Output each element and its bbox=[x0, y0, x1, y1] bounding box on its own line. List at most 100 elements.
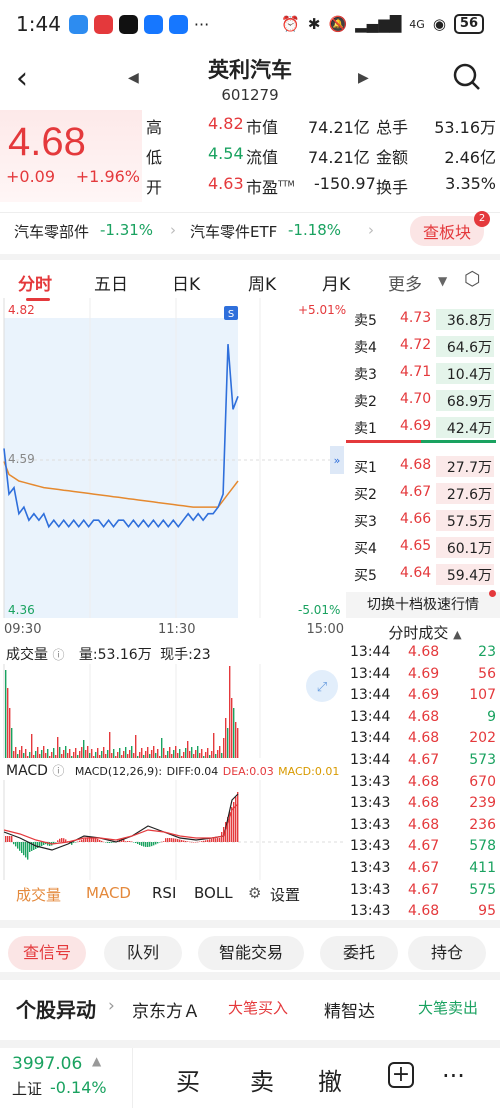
volume-bar bbox=[39, 754, 41, 758]
tick-price: 4.69 bbox=[408, 665, 440, 682]
ask-row[interactable]: 卖2 4.70 68.9万 bbox=[346, 387, 500, 413]
tab-daily-k[interactable]: 日K bbox=[172, 270, 200, 295]
ask-row[interactable]: 卖4 4.72 64.6万 bbox=[346, 333, 500, 359]
bid-row[interactable]: 买5 4.64 59.4万 bbox=[346, 561, 500, 587]
indicator-tab-macd[interactable]: MACD bbox=[86, 884, 131, 902]
help-icon[interactable]: ⓘ bbox=[52, 764, 64, 778]
add-icon[interactable]: + bbox=[388, 1062, 414, 1088]
macd-bar bbox=[205, 840, 207, 842]
unusual-action-2: 大笔卖出 bbox=[418, 999, 479, 1017]
unusual-activity-bar[interactable]: 个股异动 › 京东方Ａ 大笔买入 精智达 大笔卖出 bbox=[0, 972, 500, 1032]
tick-row: 13:44 4.69 107 bbox=[350, 687, 500, 708]
y-bottom-pct: -5.01% bbox=[298, 603, 340, 617]
smart-trade-button[interactable]: 智能交易 bbox=[198, 936, 304, 970]
next-stock-icon[interactable]: ▶ bbox=[358, 70, 369, 86]
tab-intraday[interactable]: 分时 bbox=[18, 270, 52, 295]
tick-price: 4.67 bbox=[408, 881, 440, 898]
indicator-tab-rsi[interactable]: RSI bbox=[152, 884, 176, 902]
help-icon[interactable]: ⓘ bbox=[52, 648, 64, 662]
value-high: 4.82 bbox=[208, 114, 244, 133]
bid-row[interactable]: 买4 4.65 60.1万 bbox=[346, 534, 500, 560]
volume-bar bbox=[219, 746, 221, 758]
sector-bar: 汽车零部件 -1.31% › 汽车零件ETF -1.18% › 查板块 2 bbox=[0, 211, 500, 248]
index-value[interactable]: 3997.06 bbox=[12, 1054, 82, 1074]
quote-row: 高 4.82 市值 74.21亿 总手 53.16万 bbox=[146, 114, 500, 142]
network-label: 4G bbox=[409, 17, 425, 31]
bid-row[interactable]: 买1 4.68 27.7万 bbox=[346, 453, 500, 479]
macd-bar bbox=[27, 842, 29, 860]
volume-bar bbox=[73, 752, 75, 758]
tick-time: 13:43 bbox=[350, 838, 391, 855]
unusual-stock-1[interactable]: 京东方Ａ bbox=[132, 997, 200, 1022]
ask-row[interactable]: 卖1 4.69 42.4万 bbox=[346, 414, 500, 440]
macd-value: MACD:0.01 bbox=[278, 765, 340, 778]
volume-bar bbox=[149, 754, 151, 758]
volume-bar bbox=[35, 751, 37, 758]
volume-header: 成交量 ⓘ 量:53.16万 现手:23 bbox=[6, 644, 211, 664]
sector-name-2[interactable]: 汽车零件ETF bbox=[190, 221, 277, 242]
y-top-pct: +5.01% bbox=[298, 303, 346, 317]
switch-level10-button[interactable]: 切换十档极速行情 bbox=[346, 590, 500, 618]
volume-bar bbox=[103, 747, 105, 758]
tab-weekly-k[interactable]: 周K bbox=[248, 270, 276, 295]
quote-panel: 4.68 +0.09 +1.96% 高 4.82 市值 74.21亿 总手 53… bbox=[0, 110, 500, 206]
sector-name-1[interactable]: 汽车零部件 bbox=[14, 221, 89, 242]
search-icon[interactable] bbox=[452, 62, 482, 92]
volume-bar bbox=[203, 756, 205, 758]
volume-bar bbox=[229, 666, 231, 758]
level-label: 买2 bbox=[354, 487, 377, 503]
settings-hex-icon[interactable]: ⬡ bbox=[464, 268, 481, 290]
unusual-stock-2[interactable]: 精智达 bbox=[324, 997, 375, 1022]
volume-bar bbox=[111, 753, 113, 758]
buy-button[interactable]: 买 bbox=[176, 1062, 200, 1097]
tab-more[interactable]: 更多 bbox=[388, 270, 422, 295]
label-float: 流值 bbox=[246, 148, 279, 167]
tab-five-day[interactable]: 五日 bbox=[94, 270, 128, 295]
volume-bar bbox=[141, 748, 143, 758]
more-menu-icon[interactable]: ··· bbox=[442, 1062, 465, 1090]
ask-row[interactable]: 卖5 4.73 36.8万 bbox=[346, 306, 500, 332]
macd-bar bbox=[183, 840, 185, 842]
indicator-tab-boll[interactable]: BOLL bbox=[194, 884, 233, 902]
check-sector-button[interactable]: 查板块 bbox=[409, 216, 484, 246]
orders-button[interactable]: 委托 bbox=[320, 936, 398, 970]
macd-params: MACD(12,26,9): bbox=[74, 765, 163, 778]
tick-volume: 23 bbox=[478, 644, 496, 660]
volume-chart[interactable]: ⤢ bbox=[0, 664, 346, 758]
volume-bar bbox=[83, 740, 85, 758]
macd-bar bbox=[151, 842, 153, 847]
tick-price: 4.68 bbox=[408, 730, 440, 747]
check-signal-button[interactable]: 查信号 bbox=[8, 936, 86, 970]
intraday-chart[interactable]: 4.82 +5.01% 4.59 4.36 -5.01% S » bbox=[0, 298, 346, 620]
ticks-header[interactable]: 分时成交 ▲ bbox=[350, 622, 500, 643]
volume-bar bbox=[127, 754, 129, 758]
macd-bar bbox=[187, 841, 189, 842]
macd-chart[interactable] bbox=[0, 780, 346, 880]
macd-bar bbox=[147, 842, 149, 847]
queue-button[interactable]: 队列 bbox=[104, 936, 182, 970]
label-open: 开 bbox=[146, 178, 163, 197]
tab-monthly-k[interactable]: 月K bbox=[322, 270, 350, 295]
bid-row[interactable]: 买2 4.67 27.6万 bbox=[346, 480, 500, 506]
volume-bar bbox=[11, 728, 13, 758]
indicator-tab-volume[interactable]: 成交量 bbox=[16, 884, 61, 905]
volume-bar bbox=[107, 750, 109, 758]
dropdown-icon[interactable]: ▼ bbox=[438, 274, 447, 288]
status-bar: 1:44 ··· ⏰ ✱ 🔕 ▂▄▆█ 4G ◉ 56 bbox=[0, 0, 500, 48]
volume-bar bbox=[155, 753, 157, 758]
indicator-settings[interactable]: 设置 bbox=[270, 884, 300, 905]
volume-bar bbox=[131, 746, 133, 758]
volume-bar bbox=[119, 748, 121, 758]
bid-row[interactable]: 买3 4.66 57.5万 bbox=[346, 507, 500, 533]
settings-gear-icon[interactable]: ⚙ bbox=[248, 884, 261, 902]
macd-bar bbox=[171, 838, 173, 842]
positions-button[interactable]: 持仓 bbox=[408, 936, 486, 970]
volume-bar bbox=[217, 750, 219, 758]
ask-row[interactable]: 卖3 4.71 10.4万 bbox=[346, 360, 500, 386]
tick-row: 13:44 4.68 9 bbox=[350, 709, 500, 730]
macd-bar bbox=[169, 838, 171, 842]
macd-bar bbox=[163, 841, 165, 842]
cancel-order-button[interactable]: 撤 bbox=[318, 1062, 342, 1097]
news-app-icon bbox=[93, 14, 113, 34]
sell-button[interactable]: 卖 bbox=[250, 1062, 274, 1097]
